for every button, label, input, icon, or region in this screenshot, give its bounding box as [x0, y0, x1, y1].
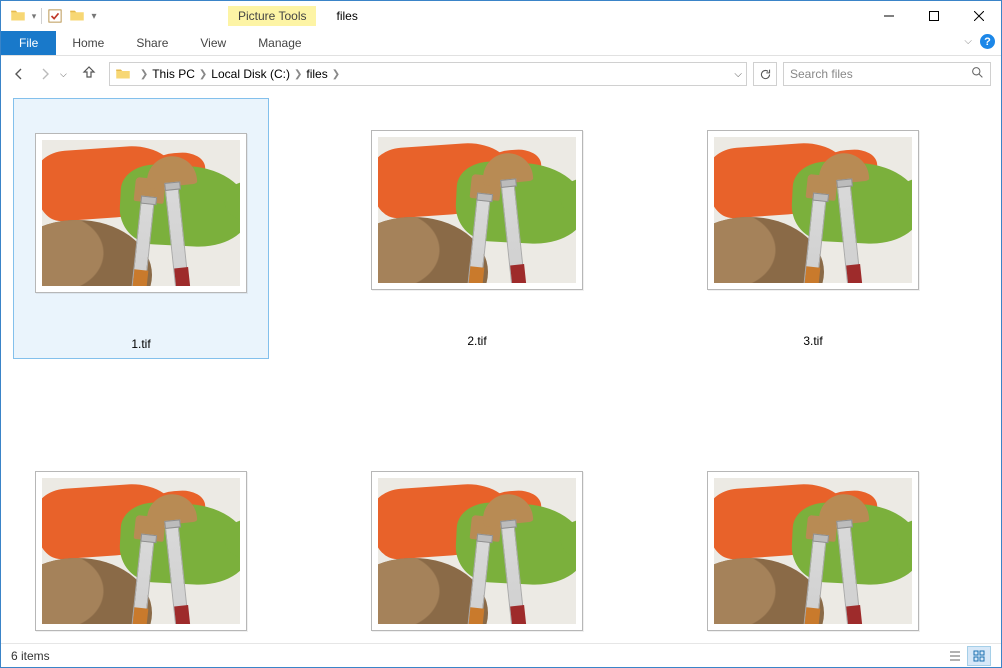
file-item[interactable]: 1.tif — [13, 98, 269, 359]
thumbnail — [35, 133, 247, 293]
breadcrumb[interactable]: This PC — [152, 67, 195, 81]
file-name-label: 1.tif — [131, 337, 150, 351]
ribbon-expand-icon[interactable]: ⌵ — [964, 36, 972, 47]
tab-share[interactable]: Share — [120, 31, 184, 55]
picture-tools-tab-label: Picture Tools — [228, 6, 316, 26]
nav-arrows: ⌵ — [11, 64, 97, 85]
thumbnail — [35, 471, 247, 631]
paint-brushes-icon — [42, 140, 240, 286]
new-folder-icon[interactable] — [66, 5, 88, 27]
history-dropdown-icon[interactable]: ⌵ — [60, 69, 67, 80]
navigation-bar: ⌵ ❯ This PC ❯ Local Disk (C:) ❯ files ❯ … — [1, 56, 1001, 92]
file-item[interactable]: 3.tif — [685, 98, 941, 359]
details-view-button[interactable] — [943, 646, 967, 666]
quick-access-toolbar: ▾ ▾ — [1, 5, 100, 27]
file-name-label: 3.tif — [803, 334, 822, 348]
address-bar-right: ⌵ — [734, 69, 742, 80]
search-placeholder: Search files — [790, 67, 853, 81]
folder-icon — [7, 5, 29, 27]
thumbnail — [371, 130, 583, 290]
address-bar[interactable]: ❯ This PC ❯ Local Disk (C:) ❯ files ❯ ⌵ — [109, 62, 747, 86]
paint-brushes-icon — [378, 137, 576, 283]
paint-brushes-icon — [42, 478, 240, 624]
refresh-button[interactable] — [753, 62, 777, 86]
file-name-label: 2.tif — [467, 334, 486, 348]
status-bar: 6 items — [1, 643, 1001, 667]
address-dropdown-icon[interactable]: ⌵ — [734, 69, 742, 80]
paint-brushes-icon — [714, 137, 912, 283]
tab-file[interactable]: File — [1, 31, 56, 55]
view-toggle-group — [943, 646, 991, 666]
thumbnail — [707, 471, 919, 631]
app-dropdown-icon[interactable]: ▾ — [29, 5, 39, 27]
chevron-right-icon[interactable]: ❯ — [294, 69, 302, 80]
file-item[interactable]: 6.tif — [685, 439, 941, 643]
qat-divider — [41, 8, 42, 24]
explorer-window: ▾ ▾ Picture Tools files — [0, 0, 1002, 668]
chevron-right-icon[interactable]: ❯ — [199, 69, 207, 80]
search-icon — [971, 66, 984, 82]
file-item[interactable]: 5.tif — [349, 439, 605, 643]
forward-button[interactable] — [37, 66, 53, 82]
properties-checkbox-icon[interactable] — [44, 5, 66, 27]
tab-home[interactable]: Home — [56, 31, 120, 55]
minimize-button[interactable] — [866, 1, 911, 30]
search-input[interactable]: Search files — [783, 62, 991, 86]
window-controls — [866, 1, 1001, 30]
location-folder-icon — [114, 65, 132, 83]
back-button[interactable] — [11, 66, 27, 82]
thumbnails-view-button[interactable] — [967, 646, 991, 666]
ribbon-tabs: File Home Share View Manage ⌵ ? — [1, 31, 1001, 56]
up-button[interactable] — [81, 64, 97, 85]
tab-view[interactable]: View — [184, 31, 242, 55]
qat-customize-icon[interactable]: ▾ — [88, 5, 100, 27]
chevron-right-icon[interactable]: ❯ — [140, 69, 148, 80]
contextual-tab-group: Picture Tools — [228, 6, 316, 26]
breadcrumb[interactable]: files — [306, 67, 327, 81]
chevron-right-icon[interactable]: ❯ — [332, 69, 340, 80]
file-list[interactable]: 1.tif 2.tif — [1, 92, 1001, 643]
tab-manage[interactable]: Manage — [242, 31, 317, 55]
item-count-label: 6 items — [11, 649, 50, 663]
window-title: files — [336, 9, 357, 23]
thumbnail — [707, 130, 919, 290]
file-item[interactable]: 2.tif — [349, 98, 605, 359]
maximize-button[interactable] — [911, 1, 956, 30]
thumbnail — [371, 471, 583, 631]
close-button[interactable] — [956, 1, 1001, 30]
help-icon[interactable]: ? — [980, 34, 995, 49]
ribbon-right-controls: ⌵ ? — [964, 34, 995, 49]
paint-brushes-icon — [714, 478, 912, 624]
file-item[interactable]: 4.tif — [13, 439, 269, 643]
title-bar: ▾ ▾ Picture Tools files — [1, 1, 1001, 31]
breadcrumb[interactable]: Local Disk (C:) — [211, 67, 290, 81]
paint-brushes-icon — [378, 478, 576, 624]
